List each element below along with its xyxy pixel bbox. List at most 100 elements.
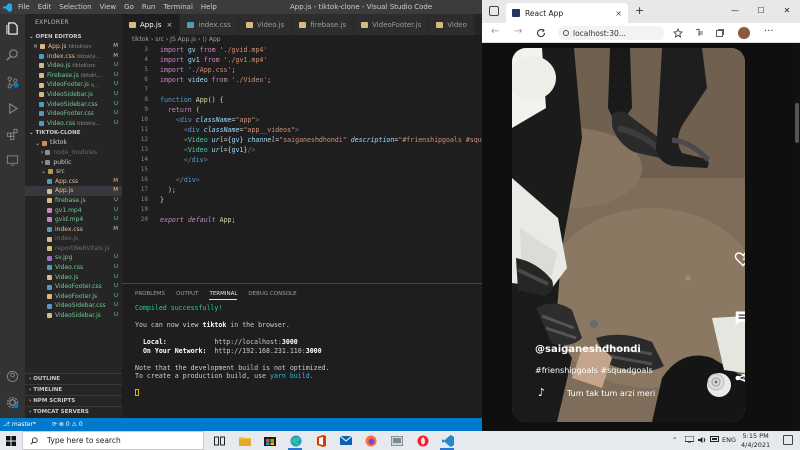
file-item[interactable]: Video.js U (25, 273, 122, 283)
taskbar-search[interactable]: Type here to search (22, 431, 204, 450)
like-button[interactable]: 111 (734, 251, 745, 267)
mail-icon[interactable] (339, 434, 353, 447)
menu-item-help[interactable]: Help (197, 3, 221, 11)
open-editors-header[interactable]: ⌄ OPEN EDITORS (25, 32, 122, 42)
file-item[interactable]: firebase.js U (25, 196, 122, 206)
editor-tab[interactable]: firebase.js (292, 14, 355, 35)
extensions-icon[interactable] (4, 126, 21, 143)
edge-browser-icon[interactable] (289, 434, 303, 447)
open-editor-item[interactable]: Firebase.js tiktok\... U (25, 71, 122, 81)
folder-item[interactable]: › public (25, 158, 122, 168)
vscode-taskbar-icon[interactable] (441, 434, 455, 447)
menu-item-file[interactable]: File (14, 3, 34, 11)
open-editor-item[interactable]: Video.css tiktok\s... U (25, 119, 122, 129)
favorites-bar-icon[interactable] (693, 27, 705, 39)
open-editor-item[interactable]: VideoFooter.css U (25, 109, 122, 119)
viewport-scrollbar[interactable] (794, 43, 800, 431)
panel-tab-problems[interactable]: PROBLEMS (135, 289, 165, 299)
open-editor-item[interactable]: index.css tiktok\s... M (25, 52, 122, 62)
notifications-icon[interactable] (783, 435, 793, 445)
outline-section[interactable]: › OUTLINE (25, 373, 122, 383)
timeline-section[interactable]: › TIMELINE (25, 384, 122, 394)
editor-tab[interactable]: index.css (180, 14, 239, 35)
favorite-star-icon[interactable] (672, 27, 684, 39)
panel-tab-debug-console[interactable]: DEBUG CONSOLE (248, 289, 296, 299)
npm-scripts-section[interactable]: › NPM SCRIPTS (25, 395, 122, 405)
accounts-icon[interactable] (4, 368, 21, 385)
media-app-icon[interactable] (390, 434, 404, 447)
new-tab-button[interactable]: + (635, 4, 644, 17)
code-editor[interactable]: 3 import gv from './gvid.mp4' 4 import gv1… (122, 45, 482, 283)
open-editor-item[interactable]: VideoSidebar.css U (25, 100, 122, 110)
sync-status[interactable]: ⟳ ⊗ 0 ⚠ 0 (52, 421, 83, 428)
menu-item-go[interactable]: Go (120, 3, 138, 11)
file-item[interactable]: gvid.mp4 U (25, 215, 122, 225)
open-editor-item[interactable]: VideoFooter.js ti... U (25, 80, 122, 90)
file-item[interactable]: VideoSidebar.js U (25, 311, 122, 321)
menu-item-selection[interactable]: Selection (55, 3, 95, 11)
taskbar-clock[interactable]: 5:15 PM 4/4/2021 (741, 432, 770, 449)
forward-arrow-icon[interactable]: → (514, 26, 522, 37)
address-bar[interactable]: localhost:30... (558, 26, 664, 40)
close-icon[interactable]: × (33, 43, 38, 50)
search-icon[interactable] (4, 46, 21, 63)
close-window-button[interactable]: ✕ (774, 0, 800, 22)
battery-icon[interactable] (710, 436, 720, 444)
tomcat-servers-section[interactable]: › TOMCAT SERVERS (25, 406, 122, 416)
refresh-icon[interactable] (535, 27, 547, 39)
file-item[interactable]: gv1.mp4 U (25, 206, 122, 216)
start-button[interactable] (0, 431, 22, 450)
file-item[interactable]: App.css M (25, 177, 122, 187)
panel-tab-terminal[interactable]: TERMINAL (209, 289, 238, 300)
open-editor-item[interactable]: × App.js tiktok\src M (25, 42, 122, 52)
git-branch[interactable]: ⎇ master* (3, 421, 44, 428)
collections-icon[interactable] (714, 27, 726, 39)
language-indicator[interactable]: ENG (722, 436, 736, 444)
share-button[interactable]: 222 (734, 371, 745, 382)
file-item[interactable]: sv.jpg U (25, 253, 122, 263)
open-editor-item[interactable]: Video.js tiktok\src U (25, 61, 122, 71)
file-item[interactable]: index.css M (25, 225, 122, 235)
task-view-icon[interactable] (212, 434, 226, 447)
tray-chevron-icon[interactable]: ⌃ (672, 436, 677, 444)
menu-item-edit[interactable]: Edit (34, 3, 56, 11)
open-editor-item[interactable]: VideoSidebar.js U (25, 90, 122, 100)
maximize-button[interactable]: ☐ (748, 0, 774, 22)
opera-icon[interactable] (416, 434, 430, 447)
file-item[interactable]: index.js (25, 234, 122, 244)
browser-tab-react-app[interactable]: React App × (506, 3, 628, 23)
file-item[interactable]: VideoSidebar.css U (25, 301, 122, 311)
panel-tab-output[interactable]: OUTPUT (176, 289, 198, 299)
network-icon[interactable] (684, 435, 695, 445)
store-icon[interactable] (263, 434, 277, 447)
editor-tab[interactable]: Video.js (238, 14, 293, 35)
run-debug-icon[interactable] (4, 100, 21, 117)
office-icon[interactable] (314, 434, 328, 447)
scrollbar-thumb[interactable] (795, 103, 799, 143)
close-tab-icon[interactable]: × (167, 21, 173, 29)
file-explorer-icon[interactable] (238, 434, 252, 447)
video-channel[interactable]: @saiganeshdhondi (535, 344, 641, 355)
file-item[interactable]: VideoFooter.css U (25, 282, 122, 292)
minimize-button[interactable]: — (722, 0, 748, 22)
tab-actions-icon[interactable] (489, 6, 499, 16)
message-button[interactable]: 333 (734, 310, 745, 326)
project-header[interactable]: ⌄ TIKTOK-CLONE (25, 128, 122, 138)
firefox-icon[interactable] (364, 434, 378, 447)
file-item[interactable]: reportWebVitals.js (25, 244, 122, 254)
editor-tab[interactable]: VideoFooter.js (354, 14, 430, 35)
file-item[interactable]: Video.css U (25, 263, 122, 273)
breadcrumb[interactable]: tiktok › src › JS App.js › ⟨⟩ App (122, 35, 482, 45)
remote-explorer-icon[interactable] (4, 152, 21, 169)
profile-avatar[interactable] (738, 27, 750, 39)
video-player[interactable]: 111 333 222 @saiganeshdhondi #frienship (512, 48, 745, 422)
editor-tab[interactable]: App.js × (122, 14, 181, 35)
more-menu-icon[interactable]: ··· (764, 26, 774, 37)
back-arrow-icon[interactable]: ← (491, 26, 499, 37)
close-tab-icon[interactable]: × (615, 9, 622, 18)
volume-icon[interactable] (698, 436, 707, 446)
editor-tab[interactable]: Video (429, 14, 475, 35)
menu-item-run[interactable]: Run (138, 3, 159, 11)
menu-item-view[interactable]: View (96, 3, 121, 11)
source-control-icon[interactable] (4, 74, 21, 91)
